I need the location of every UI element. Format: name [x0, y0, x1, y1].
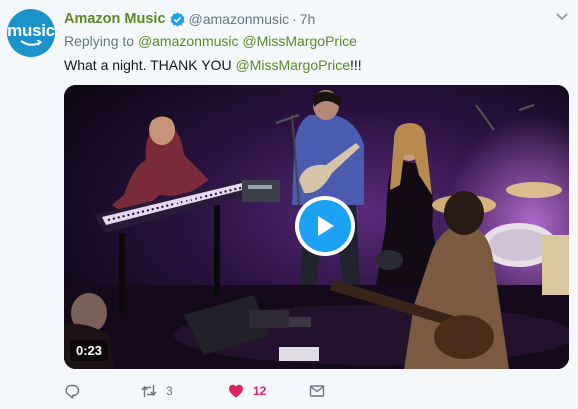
tweet-text-mention[interactable]: @MissMargoPrice — [235, 57, 350, 73]
video-duration: 0:23 — [70, 340, 109, 361]
tweet-header: Amazon Music @amazonmusic · 7h — [64, 9, 315, 29]
verified-badge-icon — [170, 11, 185, 27]
play-button[interactable] — [295, 196, 355, 256]
reply-mention-amazonmusic[interactable]: @amazonmusic — [138, 33, 239, 49]
retweet-button[interactable]: 3 — [141, 381, 228, 401]
heart-icon — [229, 384, 243, 398]
reply-mention-missmargoprice[interactable]: @MissMargoPrice — [242, 33, 357, 49]
author-name[interactable]: Amazon Music — [64, 11, 166, 27]
envelope-icon — [309, 385, 325, 397]
smile-arrow-icon — [20, 40, 42, 46]
tweet-timestamp[interactable]: 7h — [300, 11, 316, 27]
like-count: 12 — [253, 384, 267, 398]
replying-to-label: Replying to — [64, 33, 135, 49]
avatar-logo-text: music — [7, 21, 55, 40]
retweet-count: 3 — [166, 384, 173, 398]
avatar[interactable]: music — [7, 9, 55, 57]
author-handle[interactable]: @amazonmusic — [189, 11, 290, 27]
play-icon — [318, 216, 334, 236]
tweet-actions: 3 12 — [64, 381, 325, 401]
replying-to-line: Replying to @amazonmusic @MissMargoPrice — [64, 33, 357, 49]
reply-icon — [65, 384, 80, 399]
chevron-down-icon[interactable] — [555, 12, 569, 22]
video-player[interactable]: Roland 0:23 — [64, 85, 569, 369]
retweet-icon — [141, 385, 157, 397]
tweet-text: What a night. THANK YOU @MissMargoPrice!… — [64, 57, 362, 73]
tweet-card[interactable]: music Amazon Music @amazonmusic · 7h Rep… — [0, 0, 578, 409]
separator-dot: · — [292, 11, 297, 27]
tweet-text-exclaim: !!! — [350, 57, 362, 73]
direct-message-button[interactable] — [309, 381, 325, 401]
like-button[interactable]: 12 — [228, 381, 309, 401]
tweet-text-body: What a night. THANK YOU — [64, 57, 236, 73]
reply-button[interactable] — [64, 381, 141, 401]
